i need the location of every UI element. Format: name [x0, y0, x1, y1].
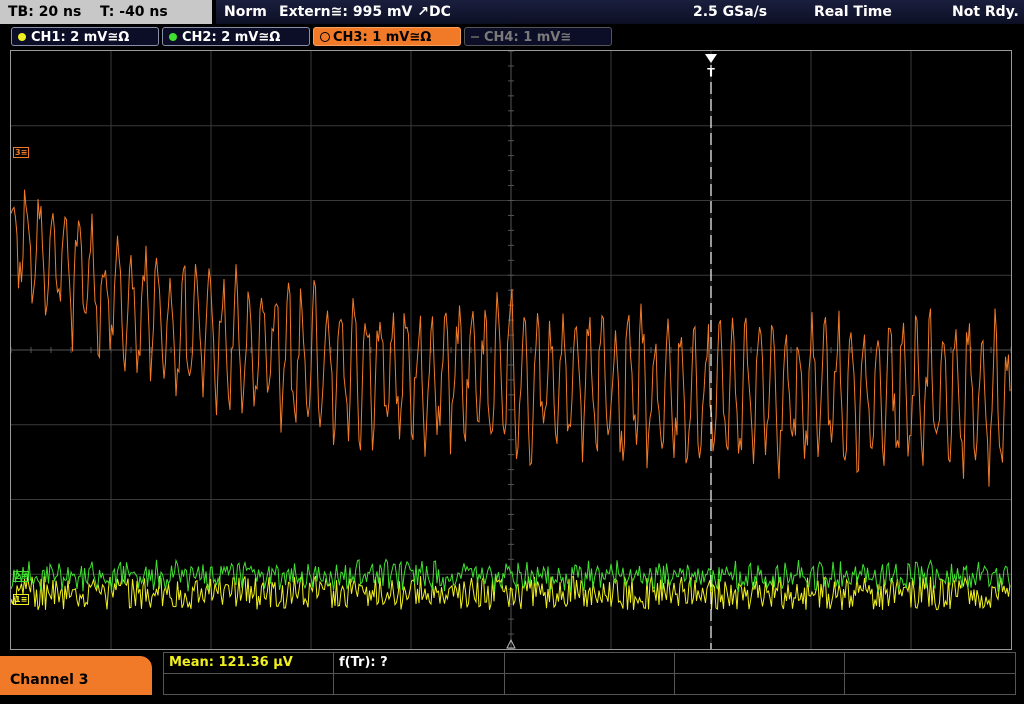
ch2-offset-tag[interactable]: 2≡: [13, 571, 30, 582]
waveform-svg: T: [11, 51, 1011, 649]
tab-ch2-label: CH2: 2 mV≅Ω: [182, 30, 281, 45]
tab-ch3[interactable]: CH3: 1 mV≅Ω: [313, 27, 461, 46]
ch2-indicator-icon: [169, 33, 177, 41]
trigger-status-box[interactable]: Norm Extern≅: 995 mV ↗DC 2.5 GSa/s Real …: [216, 0, 1024, 24]
tab-ch4-label: CH4: 1 mV≅: [484, 30, 572, 45]
acquisition-state: Not Rdy.: [952, 4, 1019, 20]
bottom-bar: Channel 3 Mean: 121.36 μV f(Tr): ?: [0, 652, 1024, 695]
trigger-label: T: [707, 66, 715, 79]
channel-tabs: CH1: 2 mV≅Ω CH2: 2 mV≅Ω CH3: 1 mV≅Ω CH4:…: [0, 26, 1024, 48]
measurement-slot-8: [505, 674, 675, 695]
measurement-slot-7: [334, 674, 505, 695]
top-status-bar: TB: 20 ns T: -40 ns Norm Extern≅: 995 mV…: [0, 0, 1024, 25]
trigger-frequency: f(Tr): ?: [334, 653, 505, 674]
sample-rate: 2.5 GSa/s: [693, 4, 768, 20]
tab-ch1[interactable]: CH1: 2 mV≅Ω: [11, 27, 159, 46]
tab-ch2[interactable]: CH2: 2 mV≅Ω: [162, 27, 310, 46]
measurement-slot-10: [845, 674, 1015, 695]
timebase-scale: TB: 20 ns: [8, 4, 82, 20]
trigger-arrow-icon[interactable]: [705, 54, 717, 63]
ch1-indicator-icon: [18, 33, 26, 41]
ch3-indicator-icon: [320, 32, 330, 42]
waveform-display[interactable]: T 3≡ 2≡ 1≡: [10, 50, 1012, 650]
trigger-mode: Norm: [224, 4, 267, 20]
ch1-offset-tag[interactable]: 1≡: [13, 594, 30, 605]
active-channel-label[interactable]: Channel 3: [0, 656, 152, 695]
acquisition-mode: Real Time: [814, 4, 892, 20]
measurement-slot-4: [675, 653, 845, 674]
tab-ch3-label: CH3: 1 mV≅Ω: [333, 30, 432, 45]
measurement-slot-3: [505, 653, 675, 674]
tab-ch4[interactable]: CH4: 1 mV≅: [464, 27, 612, 46]
measurement-slot-9: [675, 674, 845, 695]
ch4-off-icon: [471, 36, 479, 38]
graticule: [11, 51, 1011, 649]
measurement-panel: Mean: 121.36 μV f(Tr): ?: [163, 652, 1016, 695]
measurement-slot-5: [845, 653, 1015, 674]
tab-ch1-label: CH1: 2 mV≅Ω: [31, 30, 130, 45]
mean-measurement: Mean: 121.36 μV: [164, 653, 334, 674]
measurement-slot-6: [164, 674, 334, 695]
timebase-offset: T: -40 ns: [100, 4, 168, 20]
timebase-box[interactable]: TB: 20 ns T: -40 ns: [0, 0, 212, 24]
ch3-offset-tag[interactable]: 3≡: [13, 147, 30, 158]
trigger-source: Extern≅: 995 mV ↗DC: [279, 4, 451, 20]
